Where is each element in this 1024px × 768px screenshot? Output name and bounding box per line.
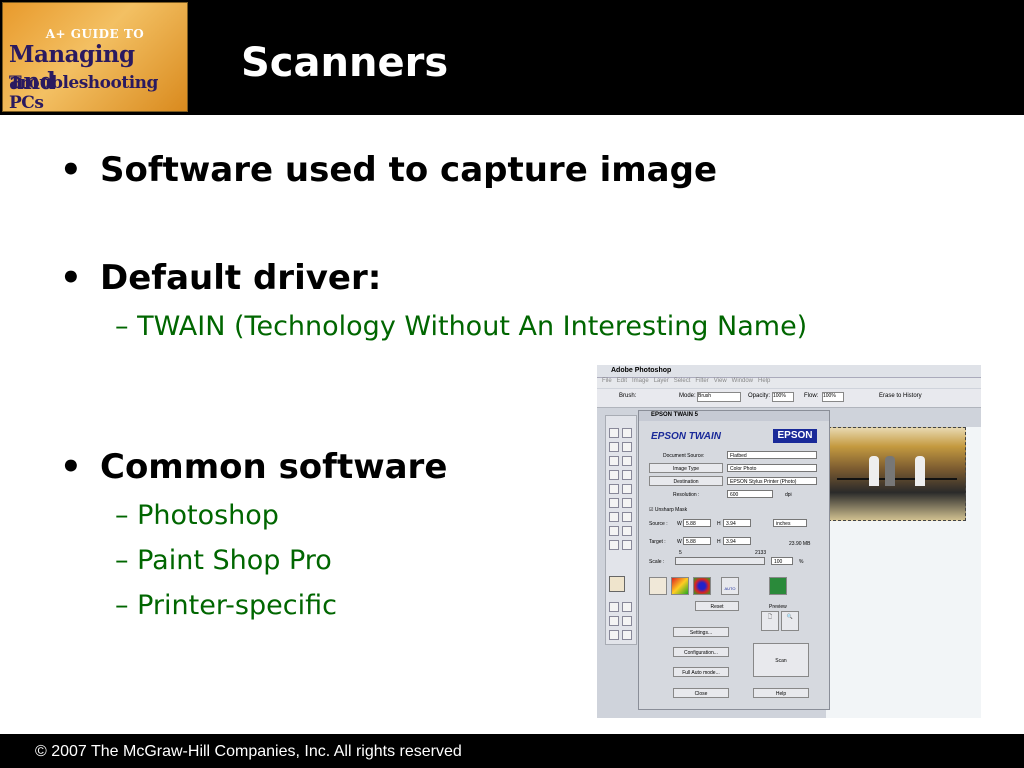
source-height[interactable]: 3.94	[723, 519, 751, 527]
settings-button[interactable]: Settings...	[673, 627, 729, 637]
epson-logo: EPSON	[773, 429, 817, 443]
destination-select[interactable]: EPSON Stylus Printer (Photo)	[727, 477, 817, 485]
scanner-software-screenshot: Adobe Photoshop File Edit Image Layer Select…	[597, 365, 981, 718]
sub-bullet-item: – Printer-specific	[115, 590, 337, 621]
twain-titlebar: EPSON TWAIN 5	[639, 411, 829, 421]
preview-photo	[828, 427, 966, 521]
image-type-select[interactable]: Color Photo	[727, 464, 817, 472]
twain-brand-title: EPSON TWAIN	[651, 431, 722, 442]
scale-input[interactable]: 100	[771, 557, 793, 565]
resolution-select[interactable]: 600	[727, 490, 773, 498]
full-auto-button[interactable]: Full Auto mode...	[673, 667, 729, 677]
target-icon[interactable]	[769, 577, 787, 595]
photoshop-menubar: File Edit Image Layer Select Filter View Window…	[597, 378, 981, 388]
slide-title: Scanners	[241, 40, 449, 86]
target-height[interactable]: 3.94	[723, 537, 751, 545]
histogram-icon[interactable]	[671, 577, 689, 595]
logo-line3: Troubleshooting PCs	[9, 73, 158, 113]
image-type-button[interactable]: Image Type	[649, 463, 723, 473]
copyright-text: © 2007 The McGraw-Hill Companies, Inc. A…	[35, 743, 462, 760]
color-wheel-icon[interactable]	[693, 577, 711, 595]
bullet-item: • Software used to capture image	[60, 150, 718, 190]
scale-slider[interactable]	[675, 557, 765, 565]
close-button[interactable]: Close	[673, 688, 729, 698]
bullet-item: • Common software	[60, 447, 448, 487]
slide-header: A+ GUIDE TO Managing and Troubleshooting…	[0, 0, 1024, 115]
sub-bullet-item: – TWAIN (Technology Without An Interesti…	[115, 311, 808, 342]
photoshop-titlebar: Adobe Photoshop	[597, 365, 981, 378]
tone-icon[interactable]	[649, 577, 667, 595]
preview-page-icon[interactable]: 🗋	[761, 611, 779, 631]
auto-exposure-icon[interactable]: AUTO	[721, 577, 739, 595]
sub-bullet-item: – Photoshop	[115, 500, 279, 531]
options-bar: Brush: Mode: Brush Opacity: 100% Flow: 1…	[597, 389, 981, 408]
book-logo: A+ GUIDE TO Managing and Troubleshooting…	[2, 2, 188, 113]
sub-bullet-item: – Paint Shop Pro	[115, 545, 332, 576]
source-width[interactable]: 5.88	[683, 519, 711, 527]
unsharp-checkbox[interactable]: ☑ Unsharp Mask	[649, 507, 687, 513]
slide-footer: © 2007 The McGraw-Hill Companies, Inc. A…	[0, 734, 1024, 768]
reset-button[interactable]: Reset	[695, 601, 739, 611]
help-button[interactable]: Help	[753, 688, 809, 698]
bullet-item: • Default driver:	[60, 258, 382, 298]
doc-source-select[interactable]: Flatbed	[727, 451, 817, 459]
units-select[interactable]: inches	[773, 519, 807, 527]
scan-button[interactable]: Scan	[753, 643, 809, 677]
preview-zoom-icon[interactable]: 🔍	[781, 611, 799, 631]
destination-button[interactable]: Destination	[649, 476, 723, 486]
target-width[interactable]: 5.88	[683, 537, 711, 545]
twain-dialog: EPSON TWAIN 5 EPSON TWAIN EPSON Document…	[638, 410, 830, 710]
toolbox	[605, 415, 637, 645]
configuration-button[interactable]: Configuration...	[673, 647, 729, 657]
logo-line1: A+ GUIDE TO	[45, 27, 145, 41]
